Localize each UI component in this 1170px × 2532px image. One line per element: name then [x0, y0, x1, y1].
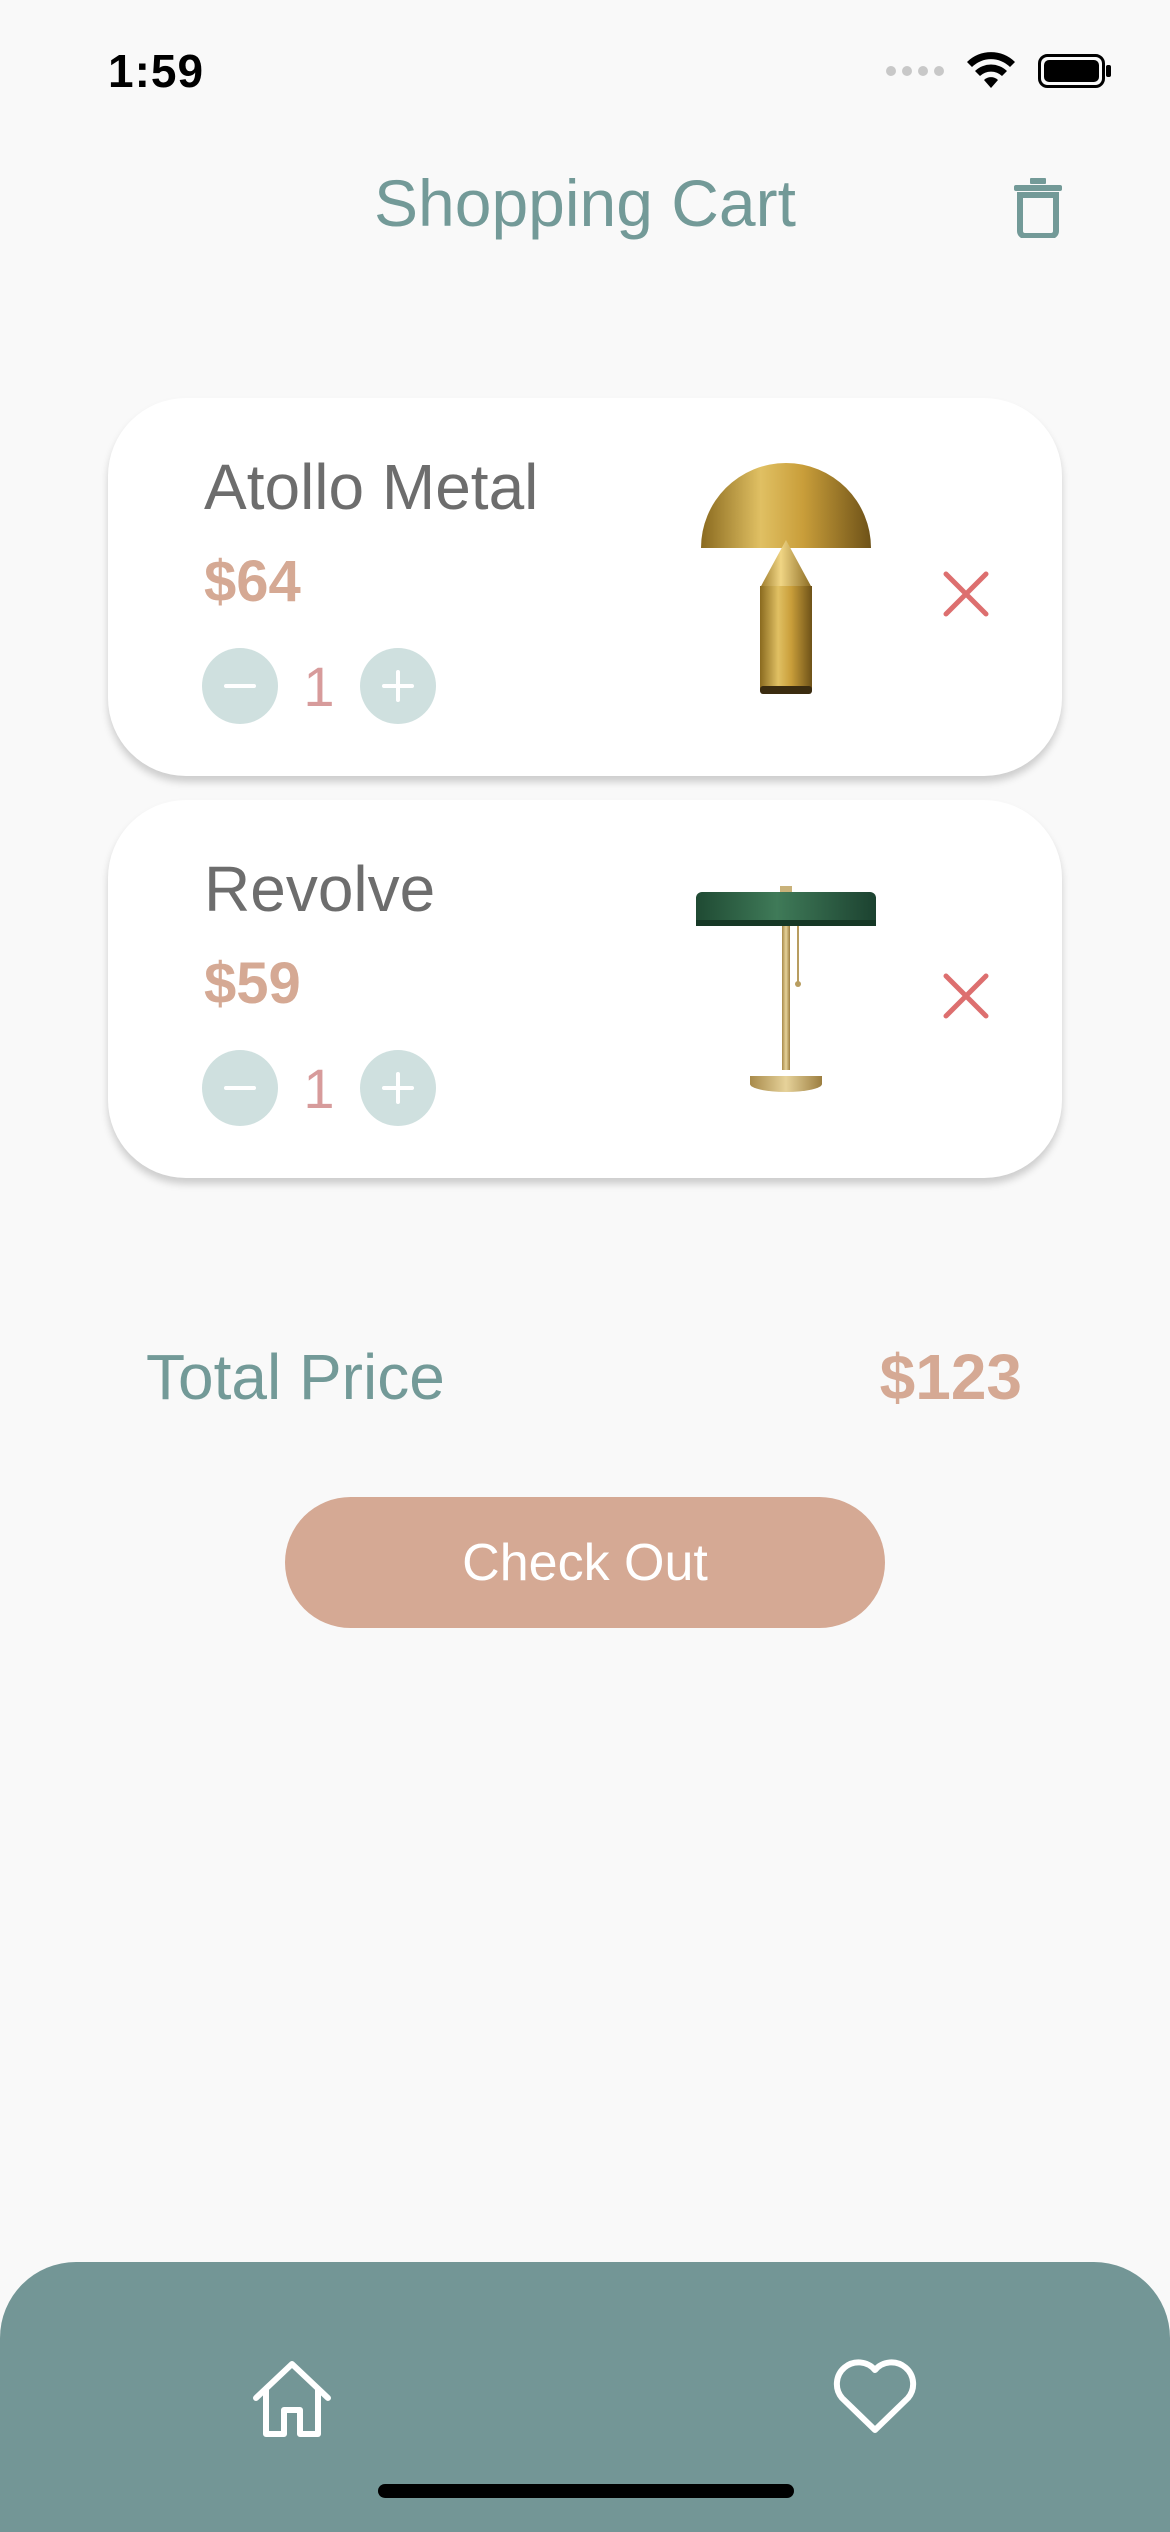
quantity-value: 1: [303, 1056, 335, 1120]
battery-icon: [1038, 54, 1111, 88]
wifi-icon: [967, 52, 1015, 88]
checkout-button[interactable]: Check Out: [285, 1497, 885, 1628]
plus-icon: [382, 1072, 414, 1104]
decrease-quantity-button[interactable]: [202, 1050, 278, 1126]
total-price-label: Total Price: [146, 1341, 445, 1413]
heart-icon: [833, 2359, 917, 2433]
cart-item-card: Atollo Metal $64 1: [108, 398, 1062, 776]
item-name: Revolve: [204, 853, 436, 925]
green-shade-table-lamp-image: [696, 886, 876, 1092]
remove-item-button[interactable]: [938, 968, 994, 1024]
cellular-signal-icon: [886, 66, 944, 76]
minus-icon: [224, 684, 256, 688]
clear-cart-button[interactable]: [1010, 176, 1066, 239]
home-indicator: [378, 2484, 794, 2498]
quantity-stepper: 1: [202, 648, 436, 724]
item-price: $64: [204, 549, 301, 614]
item-name: Atollo Metal: [204, 451, 539, 523]
nav-home-button[interactable]: [250, 2358, 334, 2438]
cart-item-card: Revolve $59 1: [108, 800, 1062, 1178]
status-icons: [886, 52, 1112, 90]
plus-icon: [382, 670, 414, 702]
remove-item-button[interactable]: [938, 566, 994, 622]
trash-icon: [1014, 178, 1062, 239]
minus-icon: [224, 1086, 256, 1090]
close-icon: [943, 973, 989, 1019]
cart-list: Atollo Metal $64 1 Revolve $59 1: [108, 398, 1062, 1202]
gold-mushroom-lamp-image: [701, 463, 871, 694]
close-icon: [943, 571, 989, 617]
status-time: 1:59: [108, 45, 205, 97]
quantity-stepper: 1: [202, 1050, 436, 1126]
total-price-value: $123: [879, 1341, 1022, 1413]
home-icon: [253, 2361, 331, 2437]
item-price: $59: [204, 951, 301, 1016]
nav-favorites-button[interactable]: [832, 2356, 918, 2436]
increase-quantity-button[interactable]: [360, 1050, 436, 1126]
page-title: Shopping Cart: [374, 166, 796, 240]
status-bar: 1:59: [0, 0, 1170, 150]
increase-quantity-button[interactable]: [360, 648, 436, 724]
quantity-value: 1: [303, 654, 335, 718]
decrease-quantity-button[interactable]: [202, 648, 278, 724]
